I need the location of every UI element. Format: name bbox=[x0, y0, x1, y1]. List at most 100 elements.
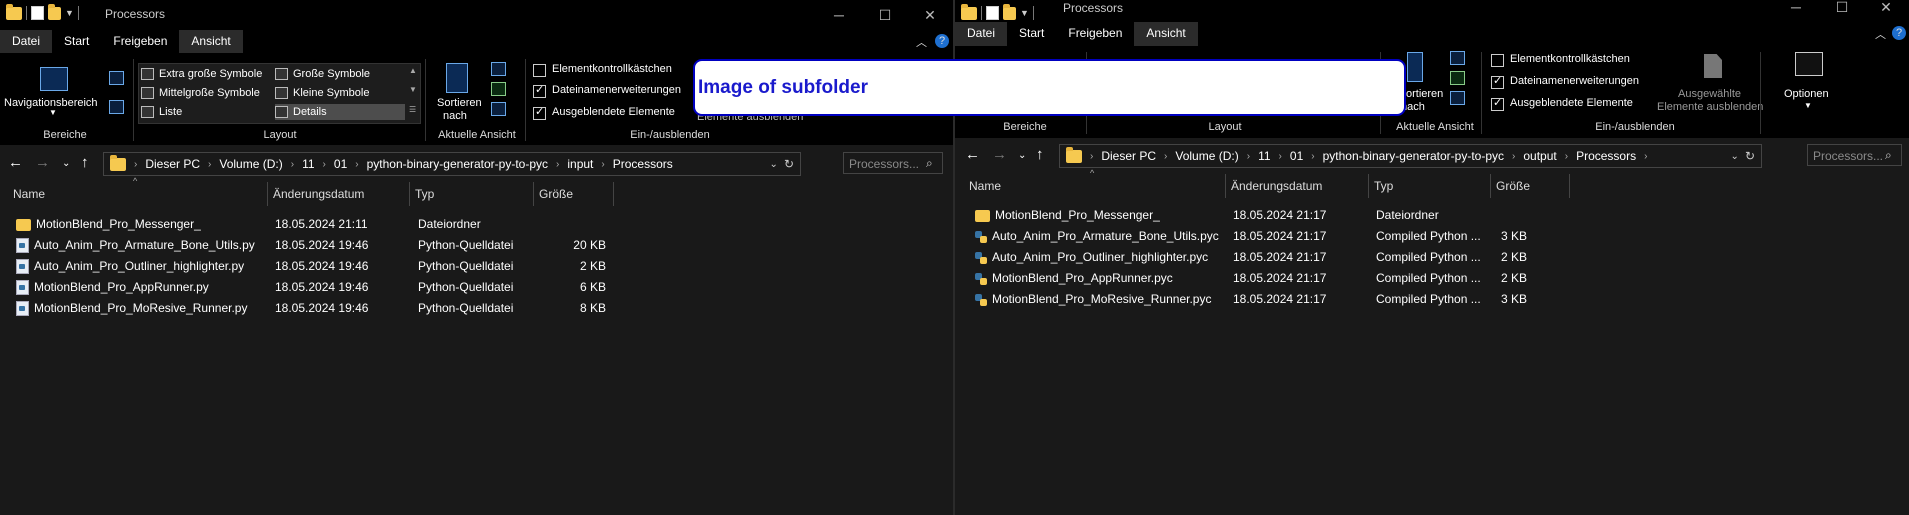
breadcrumb-11[interactable]: 11 bbox=[1252, 149, 1276, 163]
properties-icon[interactable] bbox=[31, 6, 44, 20]
breadcrumb-volume[interactable]: Volume (D:) bbox=[213, 157, 288, 171]
file-row[interactable]: MotionBlend_Pro_AppRunner.py 18.05.2024 1… bbox=[0, 277, 620, 297]
options-button[interactable]: Optionen bbox=[1784, 88, 1829, 100]
tab-datei[interactable]: Datei bbox=[955, 22, 1008, 46]
column-type[interactable]: Typ bbox=[1369, 174, 1491, 198]
chevron-right-icon[interactable]: › bbox=[1510, 151, 1517, 162]
hidden-items-checkbox[interactable] bbox=[533, 105, 546, 120]
details-pane-icon[interactable] bbox=[109, 100, 124, 114]
chevron-right-icon[interactable]: › bbox=[1642, 151, 1649, 162]
breadcrumb-output[interactable]: output bbox=[1517, 149, 1562, 163]
sort-by-icon[interactable] bbox=[446, 63, 468, 93]
chevron-right-icon[interactable]: › bbox=[1277, 151, 1284, 162]
breadcrumb-01[interactable]: 01 bbox=[1284, 149, 1309, 163]
chevron-right-icon[interactable]: › bbox=[1162, 151, 1169, 162]
hide-selected-icon[interactable] bbox=[1704, 54, 1722, 78]
file-row[interactable]: MotionBlend_Pro_Messenger_ 18.05.2024 21:… bbox=[955, 205, 1575, 225]
close-button[interactable]: ✕ bbox=[907, 0, 953, 30]
hidden-items-checkbox[interactable] bbox=[1491, 96, 1504, 111]
chevron-right-icon[interactable]: › bbox=[554, 159, 561, 170]
file-row[interactable]: MotionBlend_Pro_MoResive_Runner.pyc 18.05… bbox=[955, 289, 1575, 309]
chevron-right-icon[interactable]: › bbox=[599, 159, 606, 170]
file-row[interactable]: MotionBlend_Pro_AppRunner.pyc 18.05.2024 … bbox=[955, 268, 1575, 288]
tab-freigeben[interactable]: Freigeben bbox=[1056, 22, 1134, 46]
chevron-right-icon[interactable]: › bbox=[1563, 151, 1570, 162]
size-columns-icon[interactable] bbox=[1450, 91, 1465, 105]
sort-by-icon[interactable] bbox=[1407, 52, 1423, 82]
sort-by-button-line2[interactable]: nach bbox=[443, 110, 467, 122]
gallery-up-icon[interactable]: ▲ bbox=[409, 66, 417, 75]
item-checkboxes-checkbox[interactable] bbox=[533, 64, 546, 77]
breadcrumb-project[interactable]: python-binary-generator-py-to-pyc bbox=[1317, 149, 1510, 163]
chevron-right-icon[interactable]: › bbox=[289, 159, 296, 170]
breadcrumb-01[interactable]: 01 bbox=[328, 157, 353, 171]
maximize-button[interactable]: ☐ bbox=[862, 0, 908, 30]
chevron-right-icon[interactable]: › bbox=[206, 159, 213, 170]
layout-list[interactable]: Liste bbox=[141, 104, 271, 120]
layout-small-icons[interactable]: Kleine Symbole bbox=[275, 85, 405, 101]
column-name[interactable]: Name bbox=[964, 174, 1226, 198]
up-arrow-icon[interactable]: ↑ bbox=[81, 154, 89, 171]
preview-pane-icon[interactable] bbox=[109, 71, 124, 85]
column-type[interactable]: Typ bbox=[410, 182, 534, 206]
chevron-right-icon[interactable]: › bbox=[1245, 151, 1252, 162]
chevron-right-icon[interactable]: › bbox=[1088, 151, 1095, 162]
group-by-icon[interactable] bbox=[1450, 51, 1465, 65]
collapse-ribbon-icon[interactable]: ︿ bbox=[916, 34, 927, 50]
refresh-icon[interactable]: ↻ bbox=[1745, 149, 1761, 163]
column-date[interactable]: Änderungsdatum bbox=[268, 182, 410, 206]
new-folder-icon[interactable] bbox=[1003, 3, 1016, 20]
customize-toolbar-icon[interactable]: ▼ bbox=[65, 8, 74, 18]
up-arrow-icon[interactable]: ↑ bbox=[1036, 146, 1044, 163]
refresh-icon[interactable]: ↻ bbox=[784, 157, 800, 171]
address-dropdown-icon[interactable]: ⌄ bbox=[770, 159, 784, 170]
navigation-pane-icon[interactable] bbox=[40, 67, 68, 91]
file-extensions-checkbox[interactable] bbox=[1491, 74, 1504, 89]
tab-start[interactable]: Start bbox=[52, 30, 101, 53]
tab-freigeben[interactable]: Freigeben bbox=[101, 30, 179, 53]
file-row[interactable]: Auto_Anim_Pro_Armature_Bone_Utils.pyc 18.… bbox=[955, 226, 1575, 246]
size-columns-icon[interactable] bbox=[491, 102, 506, 116]
recent-locations-icon[interactable]: ⌄ bbox=[62, 158, 70, 169]
address-bar[interactable]: › Dieser PC › Volume (D:) › 11 › 01 › py… bbox=[103, 152, 801, 176]
collapse-ribbon-icon[interactable]: ︿ bbox=[1875, 26, 1886, 42]
breadcrumb-volume[interactable]: Volume (D:) bbox=[1169, 149, 1244, 163]
minimize-button[interactable]: ─ bbox=[816, 0, 862, 30]
breadcrumb-input[interactable]: input bbox=[561, 157, 599, 171]
tab-datei[interactable]: Datei bbox=[0, 30, 53, 53]
layout-extra-large-icons[interactable]: Extra große Symbole bbox=[141, 66, 271, 82]
options-icon[interactable] bbox=[1795, 52, 1823, 76]
help-icon[interactable]: ? bbox=[935, 34, 949, 48]
customize-toolbar-icon[interactable]: ▼ bbox=[1020, 8, 1029, 18]
layout-details[interactable]: Details bbox=[275, 104, 405, 120]
column-date[interactable]: Änderungsdatum bbox=[1226, 174, 1369, 198]
breadcrumb-processors[interactable]: Processors bbox=[607, 157, 679, 171]
chevron-right-icon[interactable]: › bbox=[1309, 151, 1316, 162]
layout-medium-icons[interactable]: Mittelgroße Symbole bbox=[141, 85, 271, 101]
add-columns-icon[interactable] bbox=[491, 82, 506, 96]
sort-by-button[interactable]: ortieren bbox=[1406, 88, 1443, 100]
help-icon[interactable]: ? bbox=[1892, 26, 1906, 40]
sort-by-button[interactable]: Sortieren bbox=[437, 97, 482, 109]
address-bar[interactable]: › Dieser PC › Volume (D:) › 11 › 01 › py… bbox=[1059, 144, 1762, 168]
chevron-down-icon[interactable]: ▼ bbox=[49, 108, 57, 117]
tab-start[interactable]: Start bbox=[1007, 22, 1056, 46]
hide-selected-button-line2[interactable]: Elemente ausblenden bbox=[1657, 101, 1763, 113]
forward-arrow-icon[interactable]: → bbox=[992, 146, 1007, 163]
gallery-down-icon[interactable]: ▼ bbox=[409, 85, 417, 94]
properties-icon[interactable] bbox=[986, 6, 999, 20]
file-extensions-checkbox[interactable] bbox=[533, 83, 546, 98]
file-row[interactable]: Auto_Anim_Pro_Outliner_highlighter.py 18.… bbox=[0, 256, 620, 276]
tab-ansicht[interactable]: Ansicht bbox=[1134, 22, 1198, 46]
breadcrumb-project[interactable]: python-binary-generator-py-to-pyc bbox=[361, 157, 554, 171]
back-arrow-icon[interactable]: ← bbox=[8, 154, 23, 171]
chevron-right-icon[interactable]: › bbox=[132, 159, 139, 170]
chevron-down-icon[interactable]: ▼ bbox=[1804, 101, 1812, 110]
column-size[interactable]: Größe bbox=[534, 182, 614, 206]
chevron-right-icon[interactable]: › bbox=[353, 159, 360, 170]
breadcrumb-dieser-pc[interactable]: Dieser PC bbox=[139, 157, 206, 171]
forward-arrow-icon[interactable]: → bbox=[35, 154, 50, 171]
breadcrumb-11[interactable]: 11 bbox=[296, 157, 320, 171]
address-dropdown-icon[interactable]: ⌄ bbox=[1731, 151, 1745, 162]
file-row[interactable]: Auto_Anim_Pro_Outliner_highlighter.pyc 18… bbox=[955, 247, 1575, 267]
